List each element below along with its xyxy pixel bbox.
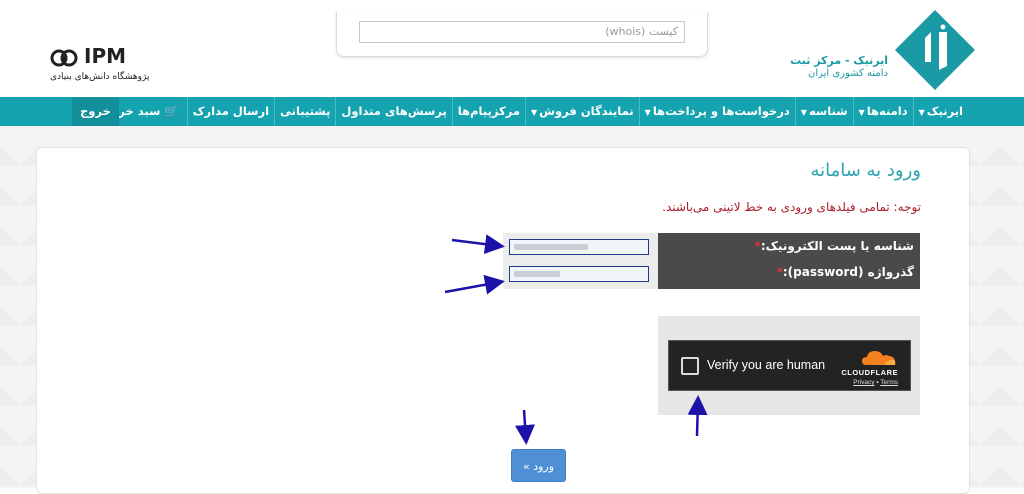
caret-down-icon: ▼	[530, 108, 538, 117]
nav-item-label: ارسال مدارک	[192, 104, 270, 118]
caret-down-icon: ▼	[918, 108, 925, 117]
whois-search: کیست (whois)	[336, 12, 708, 57]
nav-item-label: مرکزپیام‌ها	[457, 104, 520, 118]
ipm-rings-icon	[50, 49, 78, 67]
nav-item-identifier[interactable]: شناسه▼	[794, 97, 853, 126]
username-input[interactable]	[509, 239, 649, 255]
nav-item-message-center[interactable]: مرکزپیام‌ها	[451, 97, 525, 126]
caret-down-icon: ▼	[858, 108, 865, 117]
cart-icon: 🛒	[164, 104, 179, 118]
username-label-text: شناسه یا پست الکترونیک:	[760, 239, 914, 253]
redacted-value	[514, 244, 588, 250]
cloudflare-cloud-icon	[862, 351, 896, 365]
terms-link[interactable]: Terms	[880, 379, 898, 386]
ipm-logo-text: IPM	[84, 44, 127, 68]
irnic-logo[interactable]: ایرنیک - مرکز ثبت دامنه کشوری ایران	[790, 10, 975, 90]
nav-item-logout[interactable]: خروج	[72, 97, 119, 126]
link-separator: •	[876, 379, 879, 386]
login-submit-button[interactable]: ورود »	[511, 449, 566, 482]
captcha-container: Verify you are human CLOUDFLARE Privacy …	[658, 316, 920, 415]
cloudflare-links: Privacy • Terms	[853, 379, 898, 386]
nav-item-send-documents[interactable]: ارسال مدارک	[186, 97, 274, 126]
username-label: شناسه یا پست الکترونیک:*	[755, 239, 914, 253]
redacted-value	[514, 271, 560, 277]
nav-item-label: ایرنیک	[926, 104, 963, 118]
nav-item-label: پرسش‌های متداول	[341, 104, 447, 118]
page-title: ورود به سامانه	[810, 160, 921, 181]
verify-text: Verify you are human	[707, 358, 826, 372]
nav-item-support[interactable]: پشتیبانی	[274, 97, 335, 126]
irnic-subtitle: دامنه کشوری ایران	[807, 68, 888, 79]
verify-checkbox[interactable]	[681, 357, 699, 375]
nav-item-label: پشتیبانی	[280, 104, 331, 118]
ipm-logo[interactable]: IPM پژوهشگاه دانش‌های بنیادی	[50, 44, 170, 86]
nav-menu: ایرنیک▼ دامنه‌ها▼ شناسه▼ درخواست‌ها و پر…	[99, 97, 968, 126]
whois-input[interactable]: کیست (whois)	[359, 21, 685, 43]
nav-item-irnic[interactable]: ایرنیک▼	[912, 97, 968, 126]
irnic-title: ایرنیک - مرکز ثبت	[790, 54, 888, 67]
password-input[interactable]	[509, 266, 649, 282]
nav-item-label: درخواست‌ها و پرداخت‌ها	[652, 104, 790, 118]
latin-fields-note: توجه: تمامی فیلدهای ورودی به خط لاتینی م…	[662, 200, 921, 214]
cloudflare-brand: CLOUDFLARE	[841, 368, 898, 377]
login-form-inputs	[503, 233, 658, 289]
caret-down-icon: ▼	[644, 108, 651, 117]
irnic-emblem-icon	[895, 10, 975, 90]
nav-item-label: شناسه	[808, 104, 848, 118]
login-panel: ورود به سامانه توجه: تمامی فیلدهای ورودی…	[36, 147, 970, 494]
nav-item-label: نمایندگان فروش	[539, 104, 634, 118]
nav-item-domains[interactable]: دامنه‌ها▼	[852, 97, 913, 126]
main-navbar: ایرنیک▼ دامنه‌ها▼ شناسه▼ درخواست‌ها و پر…	[0, 97, 1024, 126]
password-label-text: گذرواژه (password):	[782, 265, 914, 279]
nav-item-label: دامنه‌ها	[866, 104, 908, 118]
nav-item-faq[interactable]: پرسش‌های متداول	[335, 97, 451, 126]
cloudflare-turnstile: Verify you are human CLOUDFLARE Privacy …	[668, 340, 911, 391]
ipm-subtitle: پژوهشگاه دانش‌های بنیادی	[50, 72, 150, 82]
site-header: IPM پژوهشگاه دانش‌های بنیادی کیست (whois…	[0, 0, 1024, 97]
login-form-labels: شناسه یا پست الکترونیک:* گذرواژه (passwo…	[658, 233, 920, 289]
nav-item-requests-payments[interactable]: درخواست‌ها و پرداخت‌ها▼	[638, 97, 795, 126]
privacy-link[interactable]: Privacy	[853, 379, 874, 386]
caret-down-icon: ▼	[800, 108, 807, 117]
password-label: گذرواژه (password):*	[777, 265, 914, 279]
nav-item-resellers[interactable]: نمایندگان فروش▼	[524, 97, 639, 126]
